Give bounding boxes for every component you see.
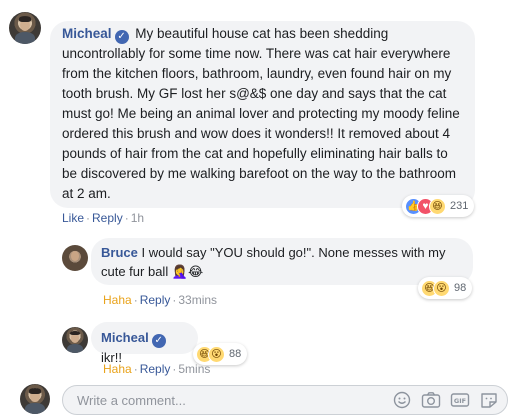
reply-reactions[interactable]: 😆 😮 98 <box>418 277 473 299</box>
reply-emoji: 🤦‍♀️😂 <box>171 264 204 279</box>
separator-dot: · <box>86 211 91 225</box>
reply-actions: Haha · Reply · 33mins <box>103 293 217 307</box>
comment-text: My beautiful house cat has been shedding… <box>62 26 460 201</box>
reaction-count: 231 <box>450 200 469 212</box>
like-link[interactable]: Like <box>62 211 84 225</box>
reply-link[interactable]: Reply <box>92 211 123 225</box>
separator-dot: · <box>172 293 177 307</box>
avatar[interactable] <box>62 245 88 271</box>
comment-input[interactable] <box>77 392 391 408</box>
comment-reactions[interactable]: 👍 ♥ 😆 231 <box>402 195 475 217</box>
separator-dot: · <box>133 362 138 376</box>
verified-badge-icon: ✓ <box>151 334 166 348</box>
wow-icon: 😮 <box>433 279 450 297</box>
comment-bubble: Micheal ✓ My beautiful house cat has been… <box>50 21 475 208</box>
comment-author[interactable]: Micheal <box>62 26 112 41</box>
reply-link[interactable]: Reply <box>140 293 171 307</box>
comment-composer[interactable]: GIF <box>62 385 508 415</box>
reply-timestamp[interactable]: 5mins <box>178 362 210 376</box>
reaction-count: 98 <box>454 282 467 294</box>
sticker-icon[interactable] <box>478 390 500 410</box>
haha-link[interactable]: Haha <box>103 362 132 376</box>
reaction-count: 88 <box>229 348 242 360</box>
comment-timestamp[interactable]: 1h <box>131 211 144 225</box>
reply-author[interactable]: Micheal <box>101 330 149 345</box>
haha-icon: 😆 <box>429 197 446 215</box>
haha-link[interactable]: Haha <box>103 293 132 307</box>
svg-text:GIF: GIF <box>454 397 466 405</box>
reply-bubble: Bruce I would say "YOU should go!". None… <box>91 238 473 285</box>
emoji-icon[interactable] <box>391 390 413 410</box>
separator-dot: · <box>124 211 129 225</box>
comment-actions: Like · Reply · 1h <box>62 211 144 225</box>
reply-text: I would say "YOU should go!". None messe… <box>101 245 446 279</box>
avatar[interactable] <box>20 384 50 414</box>
reply-bubble: Micheal ✓ ikr!! <box>91 322 198 365</box>
verified-badge-icon: ✓ <box>114 30 129 44</box>
separator-dot: · <box>172 362 177 376</box>
gif-icon[interactable]: GIF <box>449 390 471 410</box>
camera-icon[interactable] <box>420 390 442 410</box>
reply-timestamp[interactable]: 33mins <box>178 293 217 307</box>
wow-icon: 😮 <box>208 345 225 363</box>
reply-link[interactable]: Reply <box>140 362 171 376</box>
separator-dot: · <box>133 293 138 307</box>
reply-author[interactable]: Bruce <box>101 245 138 260</box>
avatar[interactable] <box>9 12 41 44</box>
reply-actions: Haha · Reply · 5mins <box>103 362 210 376</box>
avatar[interactable] <box>62 327 88 353</box>
